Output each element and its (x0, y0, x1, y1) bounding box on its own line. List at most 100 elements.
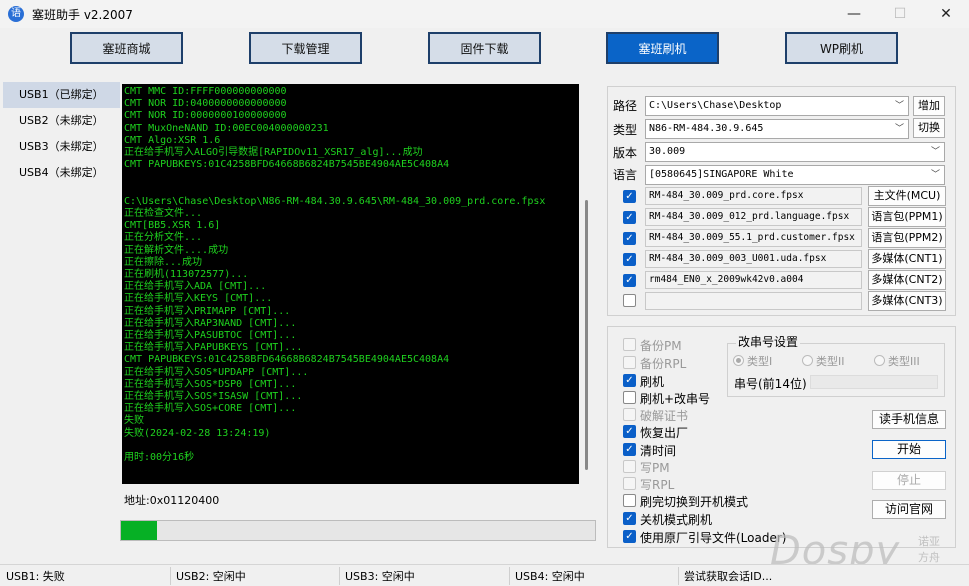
write-rpl-checkbox[interactable] (623, 477, 636, 490)
start-button[interactable]: 开始 (872, 440, 946, 459)
console-line: 正在给手机写入RAP3NAND [CMT]... (124, 317, 297, 329)
language-select[interactable]: [0580645]SINGAPORE White ﹀ (645, 165, 945, 185)
flash-change-serial-checkbox[interactable] (623, 391, 636, 404)
console-line: 失败 (124, 415, 144, 427)
nav-store-button[interactable]: 塞班商城 (70, 32, 183, 64)
file-button-cnt2[interactable]: 多媒体(CNT2) (868, 270, 946, 290)
console-line: CMT NOR ID:0400000000000000 (124, 98, 287, 110)
console-line: CMT Algo:XSR 1.6 (124, 134, 221, 146)
file-button-cnt1[interactable]: 多媒体(CNT1) (868, 249, 946, 269)
file-checkbox-3[interactable]: ✓ (623, 232, 636, 245)
visit-website-button[interactable]: 访问官网 (872, 500, 946, 519)
path-label: 路径 (613, 99, 638, 113)
console-line: 正在擦除...成功 (124, 256, 203, 268)
path-select[interactable]: C:\Users\Chase\Desktop ﹀ (645, 96, 909, 116)
status-divider (678, 567, 679, 585)
file-checkbox-6[interactable] (623, 294, 636, 307)
status-usb4: USB4: 空闲中 (515, 570, 585, 583)
usb-item-2[interactable]: USB2（未绑定） (3, 108, 120, 134)
crack-cert-checkbox[interactable] (623, 408, 636, 421)
nav-symbian-flash-button[interactable]: 塞班刷机 (606, 32, 719, 64)
status-session: 尝试获取会话ID... (684, 570, 773, 583)
console-line: 正在检查文件... (124, 208, 203, 220)
nav-firmware-download-button[interactable]: 固件下载 (428, 32, 541, 64)
status-usb3: USB3: 空闲中 (345, 570, 415, 583)
serial-type-1-label: 类型I (747, 355, 773, 368)
chevron-down-icon: ﹀ (894, 101, 904, 111)
file-button-mcu[interactable]: 主文件(MCU) (868, 186, 946, 206)
console-line: CMT MuxOneNAND ID:00EC004000000231 (124, 122, 329, 134)
language-value: [0580645]SINGAPORE White (649, 169, 794, 180)
write-pm-label: 写PM (640, 461, 670, 475)
file-button-cnt3[interactable]: 多媒体(CNT3) (868, 291, 946, 311)
progress-fill (121, 521, 157, 540)
usb-item-1[interactable]: USB1（已绑定） (3, 82, 120, 108)
factory-reset-checkbox[interactable]: ✓ (623, 425, 636, 438)
console-line: 正在给手机写入ALGO引导数据[RAPIDOv11_XSR17_alg]...成… (124, 147, 423, 159)
flash-change-serial-label: 刷机+改串号 (640, 392, 711, 406)
maximize-button[interactable]: ☐ (877, 0, 923, 28)
top-navigation: 塞班商城 下载管理 固件下载 塞班刷机 WP刷机 (0, 32, 969, 66)
file-button-ppm2[interactable]: 语言包(PPM2) (868, 228, 946, 248)
switch-boot-mode-label: 刷完切换到开机模式 (640, 495, 749, 509)
nav-download-manager-button[interactable]: 下载管理 (249, 32, 362, 64)
usb-item-3[interactable]: USB3（未绑定） (3, 134, 120, 160)
add-path-button[interactable]: 增加 (913, 96, 945, 116)
file-checkbox-5[interactable]: ✓ (623, 274, 636, 287)
usb-item-4[interactable]: USB4（未绑定） (3, 160, 120, 186)
type-select[interactable]: N86-RM-484.30.9.645 ﹀ (645, 119, 909, 139)
close-button[interactable]: ✕ (923, 0, 969, 28)
backup-rpl-checkbox[interactable] (623, 356, 636, 369)
serial-type-1-radio[interactable] (733, 355, 744, 366)
file-button-ppm1[interactable]: 语言包(PPM1) (868, 207, 946, 227)
switch-type-button[interactable]: 切换 (913, 118, 945, 138)
app-logo-icon: 语 (8, 6, 24, 22)
poweroff-flash-checkbox[interactable]: ✓ (623, 512, 636, 525)
switch-boot-mode-checkbox[interactable] (623, 494, 636, 507)
flash-checkbox[interactable]: ✓ (623, 374, 636, 387)
serial-number-input[interactable] (810, 375, 938, 389)
console-line: CMT PAPUBKEYS:01C4258BFD64668B6824B7545B… (124, 159, 450, 171)
window-controls: — ☐ ✕ (831, 0, 969, 28)
version-select[interactable]: 30.009 ﹀ (645, 142, 945, 162)
nav-wp-flash-button[interactable]: WP刷机 (785, 32, 898, 64)
use-loader-checkbox[interactable]: ✓ (623, 530, 636, 543)
status-divider (339, 567, 340, 585)
version-value: 30.009 (649, 146, 686, 157)
backup-pm-label: 备份PM (640, 339, 682, 353)
status-divider (509, 567, 510, 585)
minimize-button[interactable]: — (831, 0, 877, 28)
clear-time-checkbox[interactable]: ✓ (623, 443, 636, 456)
console-line: 正在给手机写入SOS+CORE [CMT]... (124, 403, 297, 415)
serial-type-2-radio[interactable] (802, 355, 813, 366)
file-name-5: rm484_EN0_x_2009wk42v0.a004 (645, 271, 862, 289)
stop-button[interactable]: 停止 (872, 471, 946, 490)
console-line: CMT[BB5.XSR 1.6] (124, 220, 221, 232)
console-scrollbar[interactable] (585, 200, 588, 470)
file-name-3: RM-484_30.009_55.1_prd.customer.fpsx (645, 229, 862, 247)
window-title: 塞班助手 v2.2007 (32, 7, 133, 22)
write-pm-checkbox[interactable] (623, 460, 636, 473)
serial-type-3-radio[interactable] (874, 355, 885, 366)
console-line: 正在给手机写入KEYS [CMT]... (124, 293, 273, 305)
status-divider (170, 567, 171, 585)
use-loader-label: 使用原厂引导文件(Loader) (640, 531, 787, 545)
console-line: 正在分析文件... (124, 232, 203, 244)
flash-label: 刷机 (640, 375, 665, 389)
console-line: 正在给手机写入SOS*UPDAPP [CMT]... (124, 366, 309, 378)
console-line: 失败(2024-02-28 13:24:19) (124, 427, 271, 439)
read-phone-info-button[interactable]: 读手机信息 (872, 410, 946, 429)
file-checkbox-1[interactable]: ✓ (623, 190, 636, 203)
path-value: C:\Users\Chase\Desktop (649, 100, 782, 111)
status-bar: USB1: 失败 USB2: 空闲中 USB3: 空闲中 USB4: 空闲中 尝… (0, 564, 969, 586)
file-name-2: RM-484_30.009_012_prd.language.fpsx (645, 208, 862, 226)
flash-log-console[interactable]: CMT MMC ID:FFFF000000000000 CMT NOR ID:04… (122, 84, 579, 484)
file-checkbox-4[interactable]: ✓ (623, 253, 636, 266)
console-line: 正在给手机写入SOS*ISASW [CMT]... (124, 391, 303, 403)
backup-pm-checkbox[interactable] (623, 338, 636, 351)
console-line: 正在给手机写入PAPUBKEYS [CMT]... (124, 342, 303, 354)
title-bar: 语 塞班助手 v2.2007 — ☐ ✕ (0, 0, 969, 28)
file-checkbox-2[interactable]: ✓ (623, 211, 636, 224)
factory-reset-label: 恢复出厂 (640, 426, 689, 440)
